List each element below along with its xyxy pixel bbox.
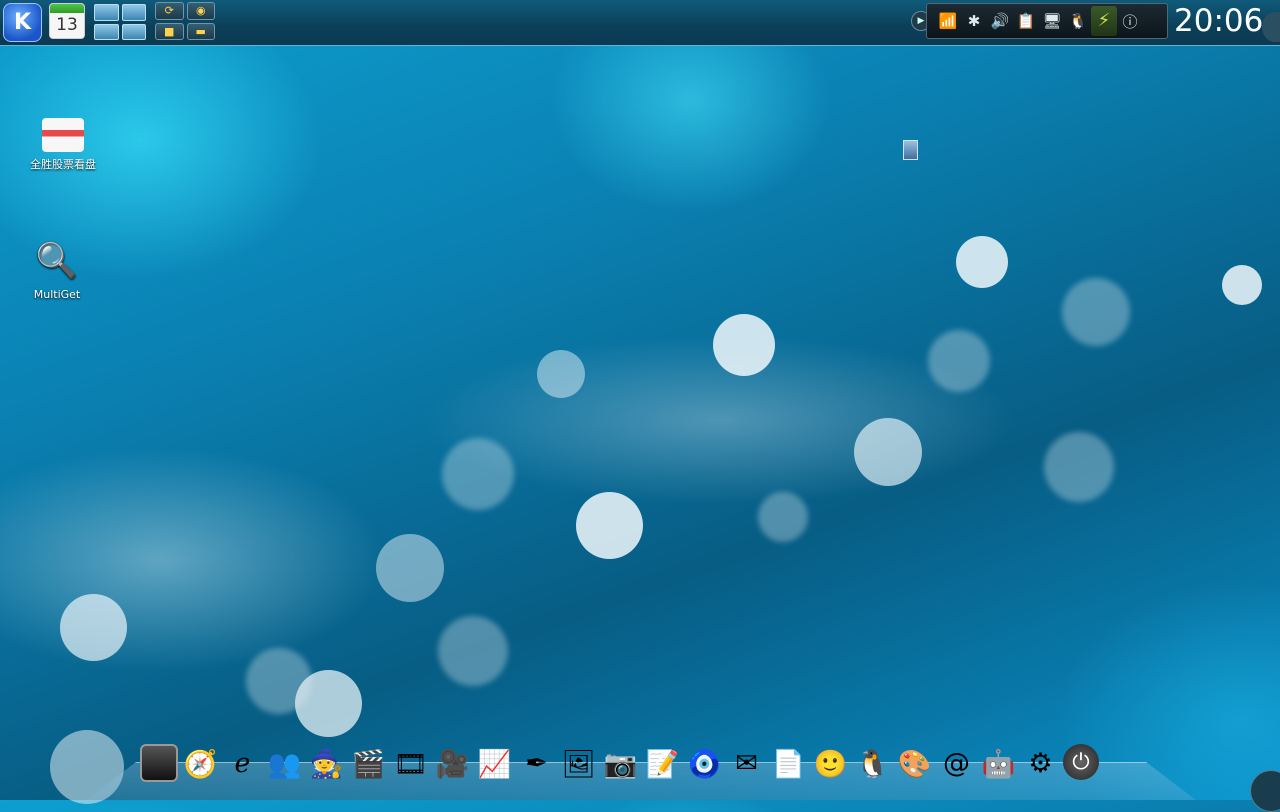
bokeh-circle xyxy=(928,330,990,392)
kde-logo-icon: K xyxy=(13,10,32,35)
kde-menu-button[interactable]: K xyxy=(3,3,42,42)
multiget-icon: 🔍 xyxy=(35,241,79,281)
desktop-icon-multiget[interactable]: 🔍 MultiGet xyxy=(12,238,102,301)
qq-icon[interactable]: 🐧 xyxy=(1065,12,1091,30)
document-icon[interactable]: 📄 xyxy=(769,744,808,783)
desktop-pager[interactable] xyxy=(94,4,146,40)
film-icon[interactable]: 🎥 xyxy=(433,744,472,783)
media-player-icon[interactable]: 🎞 xyxy=(391,744,430,783)
bokeh-circle xyxy=(246,648,312,714)
app-icon[interactable]: ◉ xyxy=(186,2,215,20)
desktop-icon-stock[interactable]: 全胜股票看盘 xyxy=(18,112,108,172)
bokeh-circle xyxy=(1062,278,1130,346)
bokeh-circle xyxy=(438,616,508,686)
text-editor-icon[interactable]: ✒ xyxy=(517,744,556,783)
top-panel: K 13 ⟳ ◉ ■ ▬ ▶ 📶 ✱ 🔊 📋 🖥 🐧 ⚡ ⓘ 20:06 xyxy=(0,0,1280,46)
tray-expand-icon: ▶ xyxy=(917,16,925,26)
calendar-widget[interactable]: 13 xyxy=(49,3,85,39)
desktop-icon-label: 全胜股票看盘 xyxy=(30,158,96,171)
pager-desktop-3[interactable] xyxy=(94,23,119,40)
bokeh-circle xyxy=(537,350,585,398)
desktop-icon-label: MultiGet xyxy=(33,288,81,301)
gamepad-icon[interactable]: ▬ xyxy=(186,22,215,40)
bokeh-circle xyxy=(854,418,922,486)
bokeh-circle xyxy=(576,492,643,559)
automator-icon[interactable]: 🤖 xyxy=(979,744,1018,783)
panel-toolbox-button[interactable] xyxy=(1262,12,1280,42)
system-preferences-icon[interactable]: ⚙ xyxy=(1021,744,1060,783)
clock[interactable]: 20:06 xyxy=(1174,0,1264,42)
notes-icon[interactable]: 📝 xyxy=(643,744,682,783)
internet-explorer-icon[interactable]: ℯ xyxy=(223,744,262,783)
safari-icon[interactable]: 🧭 xyxy=(181,744,220,783)
stock-viewer-icon xyxy=(42,118,84,152)
compass-icon[interactable]: 🧿 xyxy=(685,744,724,783)
system-monitor-icon[interactable]: 📈 xyxy=(475,744,514,783)
video-editor-icon[interactable]: 🎬 xyxy=(349,744,388,783)
bokeh-circle xyxy=(1222,265,1262,305)
folder-icon[interactable]: ■ xyxy=(155,22,184,40)
refresh-icon[interactable]: ⟳ xyxy=(155,2,184,20)
bokeh-circle xyxy=(956,236,1008,288)
display-icon[interactable]: 🖥 xyxy=(1039,12,1065,30)
dock: 🧭 ℯ 👥 🧙 🎬 🎞 🎥 📈 ✒ 🖼 📷 📝 🧿 ✉ 📄 🙂 🐧 🎨 @ 🤖 ⚙ ⏻ xyxy=(140,744,1099,786)
address-book-icon[interactable]: @ xyxy=(937,744,976,783)
bokeh-circle xyxy=(60,594,127,661)
clipboard-icon[interactable]: 📋 xyxy=(1013,12,1039,30)
quick-launch: ⟳ ◉ ■ ▬ xyxy=(155,2,215,40)
wizard-icon[interactable]: 🧙 xyxy=(307,744,346,783)
mail-icon[interactable]: ✉ xyxy=(727,744,766,783)
calendar-icon xyxy=(50,4,84,13)
bokeh-circle xyxy=(758,492,808,542)
finder-icon[interactable]: 🙂 xyxy=(811,744,850,783)
volume-icon[interactable]: 🔊 xyxy=(987,12,1013,30)
bluetooth-icon[interactable]: ✱ xyxy=(961,12,987,30)
messenger-icon[interactable]: 👥 xyxy=(265,744,304,783)
photo-viewer-icon[interactable]: 🖼 xyxy=(559,744,598,783)
terminal-icon[interactable] xyxy=(140,744,178,782)
power-manager-icon[interactable]: ⚡ xyxy=(1091,6,1117,36)
photo-booth-icon[interactable]: 🎨 xyxy=(895,744,934,783)
pager-desktop-4[interactable] xyxy=(121,23,146,40)
network-icon[interactable]: 📶 xyxy=(935,12,961,30)
power-icon[interactable]: ⏻ xyxy=(1063,744,1099,780)
bokeh-circle xyxy=(713,314,775,376)
qq-penguin-icon[interactable]: 🐧 xyxy=(853,744,892,783)
desktop-file-icon[interactable] xyxy=(903,140,918,160)
bokeh-circle xyxy=(376,534,444,602)
bokeh-circle xyxy=(442,438,514,510)
system-tray: 📶 ✱ 🔊 📋 🖥 🐧 ⚡ ⓘ xyxy=(926,3,1168,39)
pager-desktop-2[interactable] xyxy=(121,4,146,21)
pager-desktop-1[interactable] xyxy=(94,4,119,21)
info-icon[interactable]: ⓘ xyxy=(1117,11,1143,32)
camera-icon[interactable]: 📷 xyxy=(601,744,640,783)
bokeh-circle xyxy=(1044,432,1114,502)
calendar-day: 13 xyxy=(56,15,78,35)
desktop-toolbox-button[interactable] xyxy=(1250,770,1280,812)
